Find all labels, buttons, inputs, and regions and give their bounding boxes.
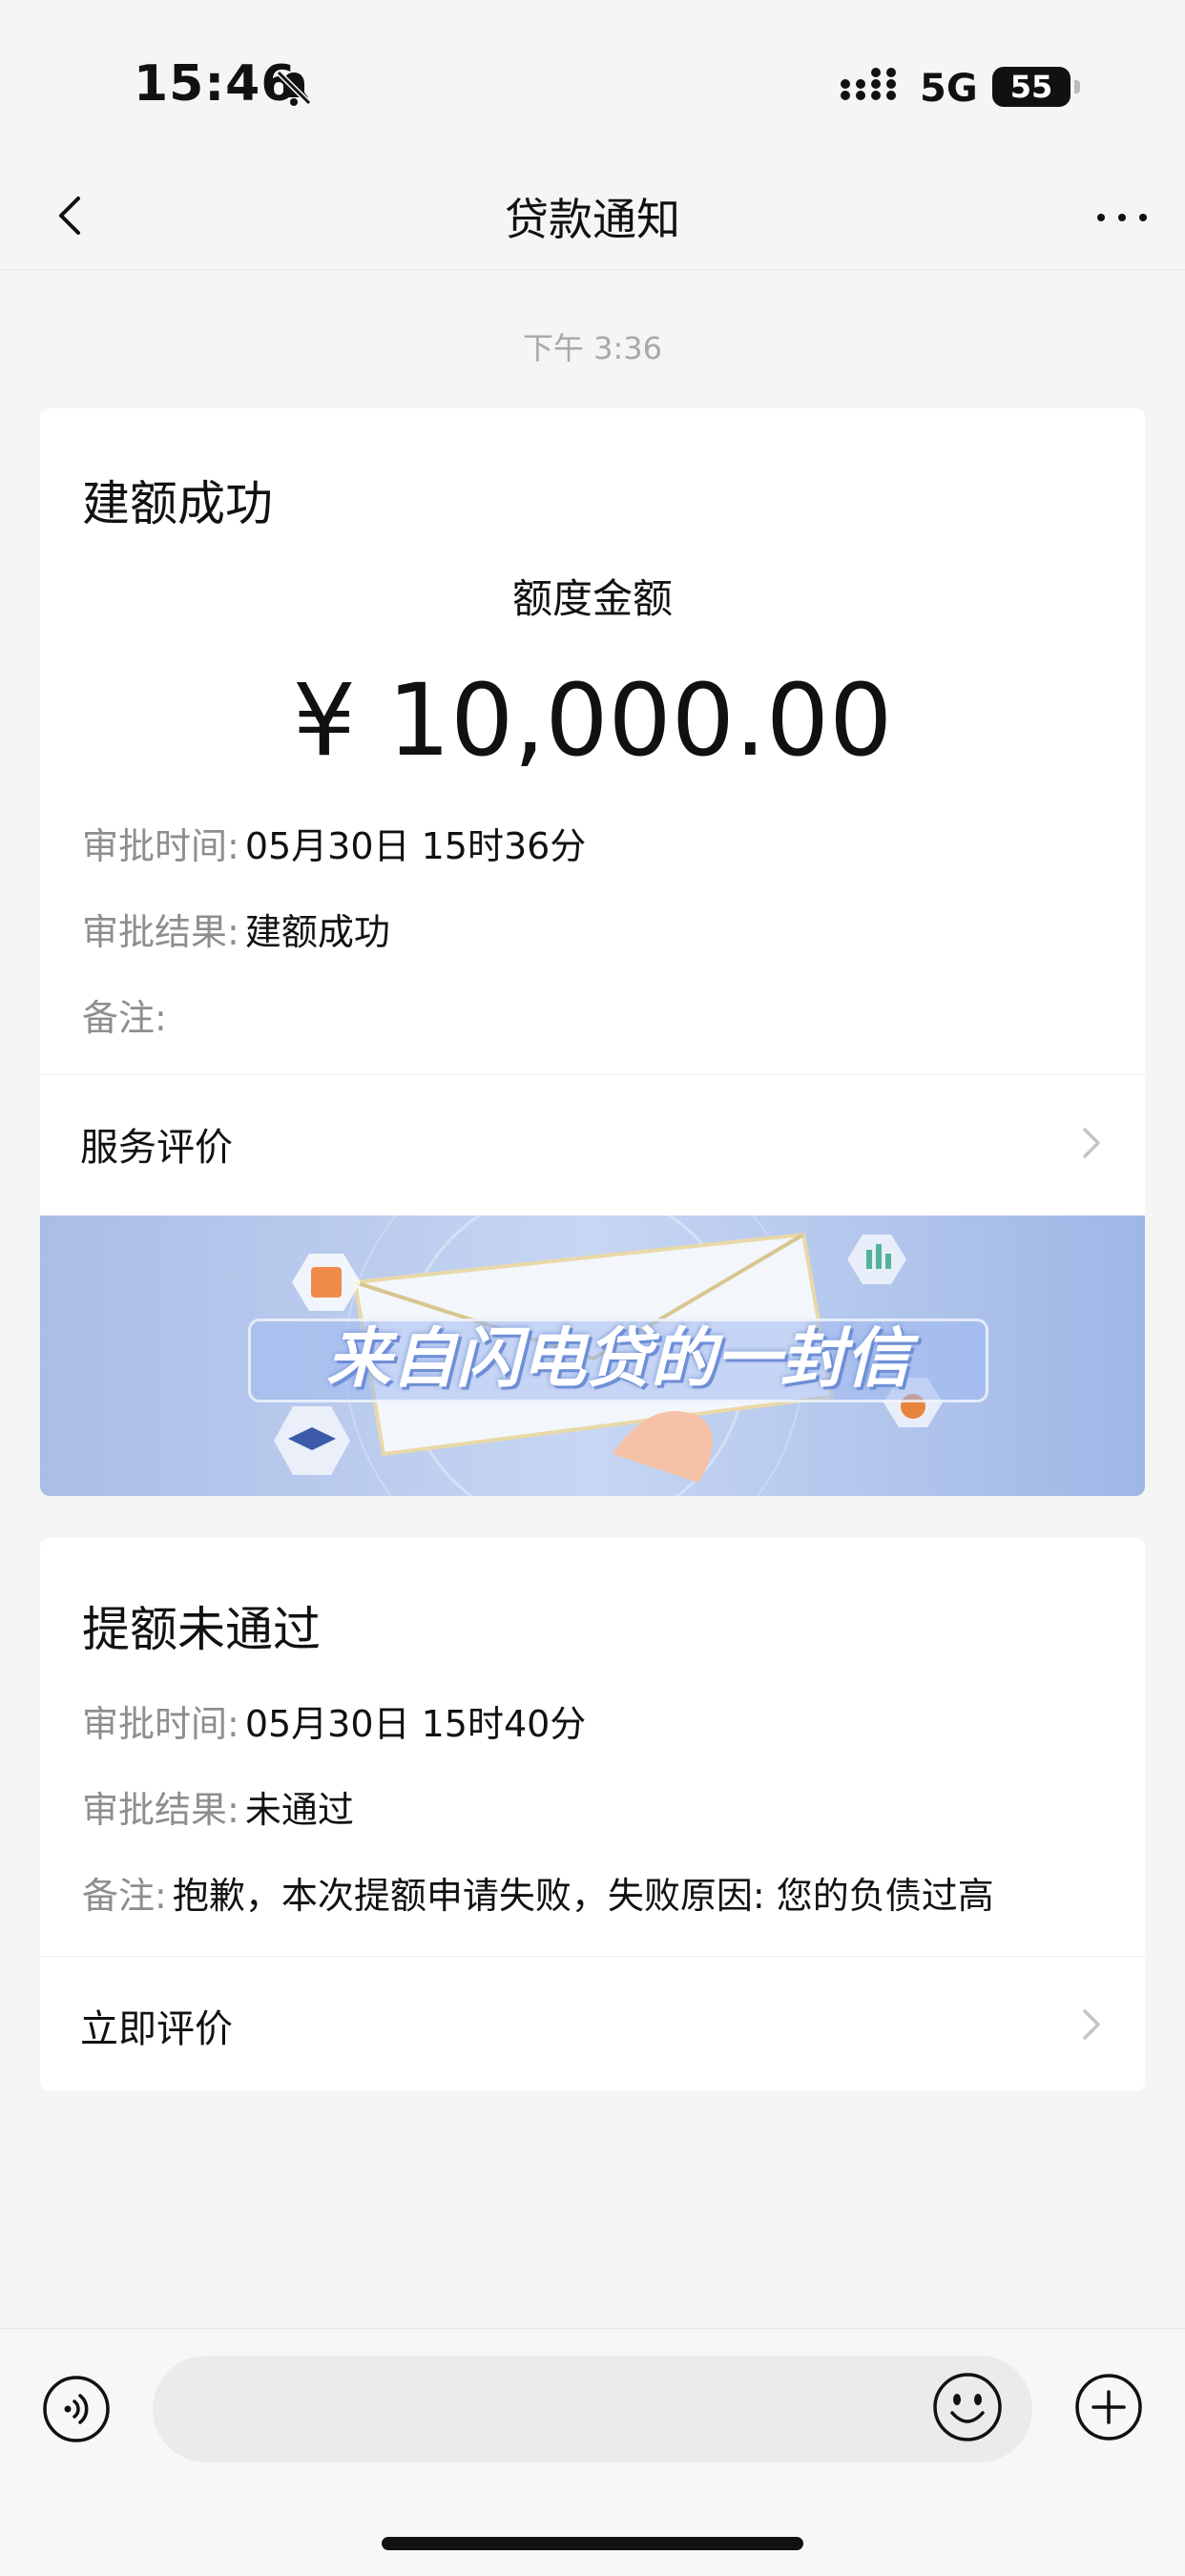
chevron-right-icon: [1083, 1128, 1100, 1158]
more-dots-icon[interactable]: [1093, 208, 1151, 227]
network-type: 5G: [920, 67, 978, 111]
approval-result-key: 审批结果:: [82, 911, 239, 953]
page-title: 贷款通知: [505, 194, 680, 245]
card-title: 建额成功: [82, 476, 273, 531]
amount-value: ¥ 10,000.00: [292, 662, 893, 779]
signal-icon: [841, 68, 896, 100]
amount-label: 额度金额: [511, 575, 673, 622]
plus-icon[interactable]: [1074, 2373, 1143, 2441]
mute-bell-icon: [276, 70, 312, 106]
service-rating-row[interactable]: 服务评价: [40, 1076, 1145, 1212]
service-rating-label: 服务评价: [80, 1126, 233, 1170]
approval-result-key: 审批结果:: [82, 1789, 239, 1831]
divider: [40, 1074, 1145, 1075]
battery-cap: [1074, 80, 1080, 93]
rate-now-row[interactable]: 立即评价: [40, 1958, 1145, 2091]
status-time: 15:46: [134, 55, 297, 113]
message-input-bar: [0, 2328, 1185, 2576]
note-row: 备注: 抱歉，本次提额申请失败，失败原因: 您的负债过高: [82, 1866, 994, 1919]
approval-result-row: 审批结果: 未通过: [82, 1780, 354, 1833]
home-indicator: [382, 2537, 803, 2550]
message-input[interactable]: [153, 2356, 1032, 2462]
approval-time-key: 审批时间:: [82, 825, 239, 867]
approval-time-row: 审批时间: 05月30日 15时40分: [82, 1694, 586, 1747]
message-timestamp: 下午 3:36: [522, 330, 663, 366]
approval-result-value: 未通过: [244, 1789, 354, 1831]
approval-result-value: 建额成功: [244, 911, 390, 953]
credit-success-card: 建额成功 额度金额 ¥ 10,000.00 审批时间: 05月30日 15时36分…: [40, 408, 1145, 1496]
approval-time-value: 05月30日 15时36分: [244, 825, 587, 867]
approval-time-key: 审批时间:: [82, 1703, 239, 1745]
voice-icon[interactable]: [42, 2375, 111, 2443]
promo-banner[interactable]: 来自闪电贷的一封信: [40, 1215, 1145, 1496]
approval-result-row: 审批结果: 建额成功: [82, 903, 390, 955]
nav-bar: 贷款通知: [0, 162, 1185, 270]
emoji-icon[interactable]: [931, 2371, 1004, 2443]
battery-level: 55: [1009, 69, 1053, 105]
note-row: 备注:: [82, 988, 173, 1041]
approval-time-row: 审批时间: 05月30日 15时36分: [82, 817, 586, 869]
note-key: 备注:: [82, 1875, 167, 1917]
note-key: 备注:: [82, 997, 167, 1039]
card-title: 提额未通过: [82, 1602, 321, 1657]
battery-indicator: 55: [992, 67, 1080, 107]
banner-title: 来自闪电贷的一封信: [248, 1319, 988, 1402]
divider: [40, 1956, 1145, 1957]
credit-increase-failed-card: 提额未通过 审批时间: 05月30日 15时40分 审批结果: 未通过 备注: 抱歉，…: [40, 1538, 1145, 2091]
approval-time-value: 05月30日 15时40分: [244, 1703, 587, 1745]
rate-now-label: 立即评价: [80, 2007, 233, 2051]
note-value: 抱歉，本次提额申请失败，失败原因: 您的负债过高: [172, 1875, 994, 1917]
chevron-right-icon: [1083, 2009, 1100, 2040]
status-bar: 15:46 5G 55: [0, 0, 1185, 162]
